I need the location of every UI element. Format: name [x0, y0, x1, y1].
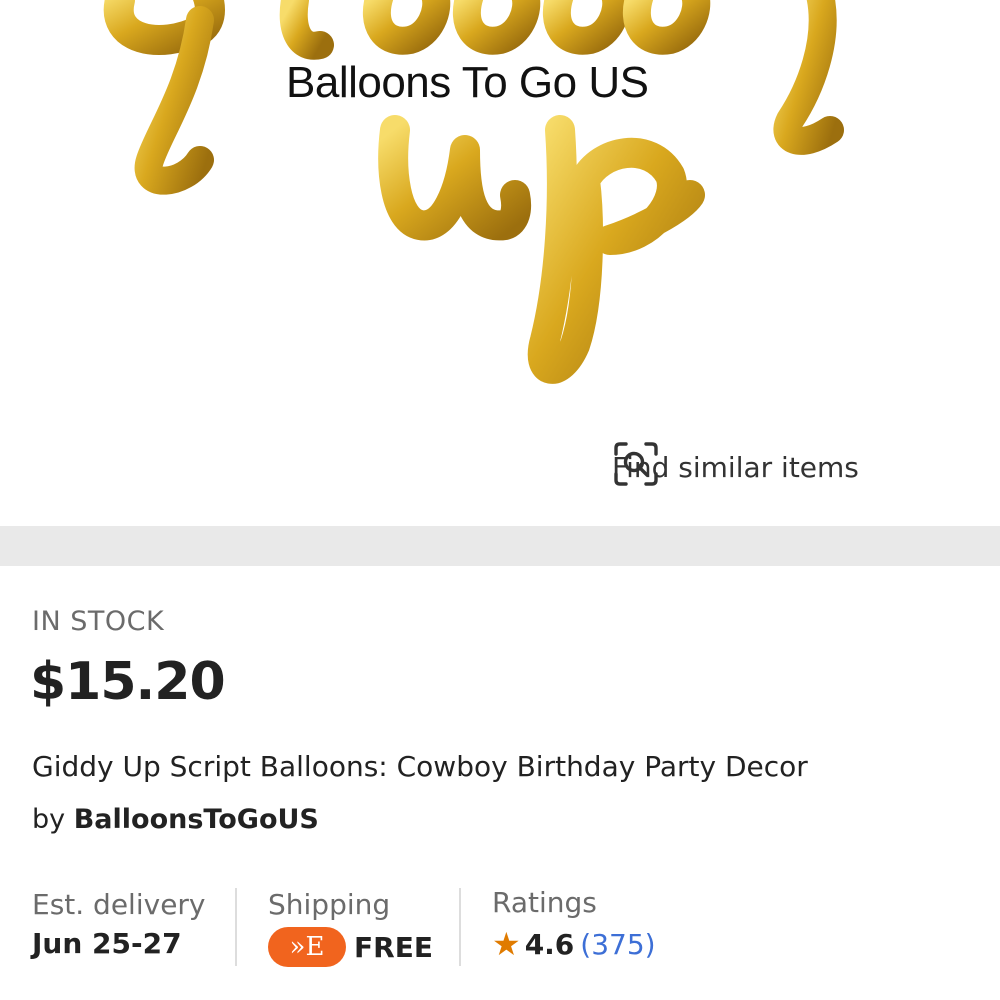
stat-separator — [459, 888, 461, 966]
ratings-value-row: ★ 4.6 (375) — [492, 925, 656, 963]
find-similar-button[interactable]: Find similar items — [612, 440, 859, 494]
delivery-stat: Est. delivery Jun 25-27 — [32, 888, 206, 960]
ratings-label: Ratings — [492, 886, 597, 919]
rating-score: 4.6 — [524, 927, 575, 961]
shipping-label: Shipping — [268, 888, 391, 921]
product-image[interactable]: Balloons To Go US Find similar items — [0, 0, 1000, 526]
section-divider — [0, 526, 1000, 566]
shop-name-link[interactable]: BalloonsToGoUS — [74, 804, 319, 835]
ratings-stat[interactable]: Ratings ★ 4.6 (375) — [492, 886, 656, 963]
delivery-value: Jun 25-27 — [32, 927, 182, 960]
shop-byline: by BalloonsToGoUS — [32, 804, 319, 835]
item-title: Giddy Up Script Balloons: Cowboy Birthda… — [32, 750, 808, 783]
star-icon: ★ — [492, 925, 521, 963]
visual-search-icon — [614, 442, 658, 486]
etsy-express-badge-icon: »E — [268, 927, 346, 967]
stat-separator — [235, 888, 237, 966]
review-count-link[interactable]: (375) — [580, 928, 655, 961]
listing-stats-row: Est. delivery Jun 25-27 Shipping »E FREE… — [0, 880, 1000, 980]
shipping-value-row: »E FREE — [268, 927, 433, 967]
stock-status: IN STOCK — [32, 606, 165, 637]
item-price: $15.20 — [30, 652, 226, 712]
delivery-label: Est. delivery — [32, 888, 206, 921]
shop-watermark: Balloons To Go US — [286, 58, 649, 107]
shipping-stat: Shipping »E FREE — [268, 888, 433, 967]
byline-prefix: by — [32, 804, 66, 835]
shipping-value: FREE — [354, 930, 433, 964]
